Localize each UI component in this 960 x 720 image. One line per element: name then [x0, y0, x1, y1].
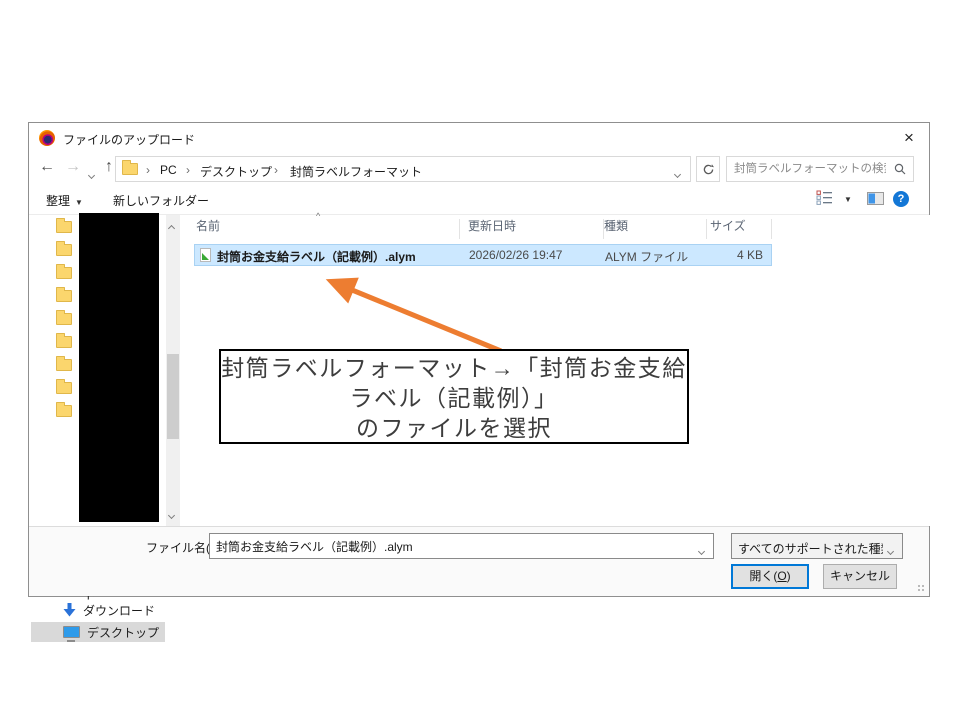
help-button[interactable]: ?: [893, 191, 909, 207]
view-caret-icon[interactable]: ▼: [844, 195, 852, 204]
column-header-name[interactable]: 名前: [196, 217, 220, 241]
breadcrumb-item-pc[interactable]: PC: [160, 163, 177, 177]
folder-icon[interactable]: [56, 287, 72, 302]
window-title: ファイルのアップロード: [63, 133, 196, 147]
scrollbar-thumb[interactable]: [167, 354, 179, 439]
sort-ascending-icon: ^: [316, 211, 321, 221]
breadcrumb-separator: ›: [146, 163, 150, 177]
filetype-select[interactable]: すべてのサポートされた種類 (*.proj: [731, 533, 903, 559]
download-arrow-icon: [63, 603, 76, 617]
open-button[interactable]: 開く(O): [731, 564, 809, 589]
breadcrumb-separator: ›: [186, 163, 190, 177]
preview-pane-icon: [867, 192, 884, 205]
folder-icon[interactable]: [56, 218, 72, 233]
recent-locations-chevron-icon[interactable]: [87, 165, 96, 183]
command-toolbar: 整理 ▼ 新しいフォルダー ▼ ?: [29, 185, 929, 215]
file-type: ALYM ファイル: [605, 250, 689, 264]
search-box: [726, 156, 914, 182]
column-header-type[interactable]: 種類: [604, 217, 628, 241]
organize-label: 整理: [46, 194, 71, 208]
new-folder-button[interactable]: 新しいフォルダー: [113, 192, 209, 209]
back-icon[interactable]: ←: [39, 158, 55, 176]
resize-grip-icon[interactable]: [918, 585, 926, 593]
organize-button[interactable]: 整理 ▼: [46, 192, 83, 209]
firefox-icon: [39, 130, 55, 146]
title-bar: ファイルのアップロード ×: [29, 123, 929, 153]
filename-input[interactable]: [216, 535, 686, 557]
filetype-value: すべてのサポートされた種類 (*.proj: [738, 542, 883, 556]
folder-icon[interactable]: [56, 241, 72, 256]
up-icon[interactable]: ↑: [105, 158, 113, 176]
sidebar-item-label: ダウンロード: [83, 603, 156, 618]
sidebar-item-label: デスクトップ: [87, 625, 160, 640]
details-view-icon: [816, 190, 832, 205]
address-history-chevron-icon[interactable]: [673, 166, 682, 180]
filetype-chevron-icon: [886, 543, 895, 557]
filename-combobox: [209, 533, 714, 559]
annotation-line-2: ラベル（記載例）」: [349, 385, 559, 411]
file-size: 4 KB: [736, 248, 763, 262]
redacted-folder-names: [79, 213, 159, 522]
folder-icon[interactable]: [56, 333, 72, 348]
breadcrumb-item-folder[interactable]: 封筒ラベルフォーマット: [290, 163, 422, 180]
file-name: 封筒お金支給ラベル（記載例）.alym: [217, 250, 416, 264]
alym-file-icon: [200, 248, 211, 262]
folder-icon[interactable]: [56, 356, 72, 371]
scroll-down-icon[interactable]: [166, 507, 180, 523]
folder-icon: [122, 160, 138, 178]
breadcrumb-separator: ›: [274, 163, 278, 177]
close-icon[interactable]: ×: [897, 126, 921, 150]
change-view-button[interactable]: [816, 190, 834, 208]
forward-icon[interactable]: →: [65, 158, 81, 176]
sidebar: PC 3D オブジェクト ダウンロード デスクトップ: [29, 213, 181, 642]
organize-caret-icon: ▼: [75, 198, 83, 207]
sidebar-item-desktop[interactable]: デスクトップ: [31, 622, 165, 642]
filename-dropdown-chevron-icon[interactable]: [697, 543, 706, 557]
search-icon: [894, 163, 906, 175]
dialog-footer: ファイル名(N): すべてのサポートされた種類 (*.proj 開く(O) キャ…: [29, 526, 929, 596]
refresh-icon: [703, 164, 714, 175]
column-header-size[interactable]: サイズ: [710, 217, 746, 241]
refresh-button[interactable]: [696, 156, 720, 182]
file-upload-dialog: ファイルのアップロード × ← → ↑ › PC › デスクトップ › 封筒ラベ…: [28, 122, 930, 642]
sidebar-scrollbar[interactable]: [166, 215, 180, 526]
sidebar-item-downloads[interactable]: ダウンロード: [63, 600, 173, 620]
help-icon: ?: [893, 191, 909, 207]
preview-pane-button[interactable]: [867, 192, 884, 208]
scroll-up-icon[interactable]: [166, 220, 180, 236]
desktop-icon: [63, 626, 80, 642]
annotation-line-1: 封筒ラベルフォーマット→「封筒お金支給: [221, 355, 687, 381]
folder-icon[interactable]: [56, 379, 72, 394]
breadcrumb-item-desktop[interactable]: デスクトップ: [200, 163, 272, 180]
file-date: 2026/02/26 19:47: [469, 248, 563, 262]
file-row-selected[interactable]: 封筒お金支給ラベル（記載例）.alym 2026/02/26 19:47 ALY…: [194, 244, 772, 266]
search-input[interactable]: [734, 158, 886, 180]
folder-icon[interactable]: [56, 310, 72, 325]
navigation-bar: ← → ↑ › PC › デスクトップ › 封筒ラベルフォーマット: [29, 153, 929, 185]
annotation-callout: 封筒ラベルフォーマット→「封筒お金支給 ラベル（記載例）」 のファイルを選択: [219, 349, 689, 444]
folder-icon[interactable]: [56, 402, 72, 417]
column-header-date[interactable]: 更新日時: [468, 217, 516, 241]
address-bar[interactable]: › PC › デスクトップ › 封筒ラベルフォーマット: [115, 156, 691, 182]
annotation-line-3: のファイルを選択: [356, 415, 552, 441]
folder-icon[interactable]: [56, 264, 72, 279]
cancel-button[interactable]: キャンセル: [823, 564, 897, 589]
